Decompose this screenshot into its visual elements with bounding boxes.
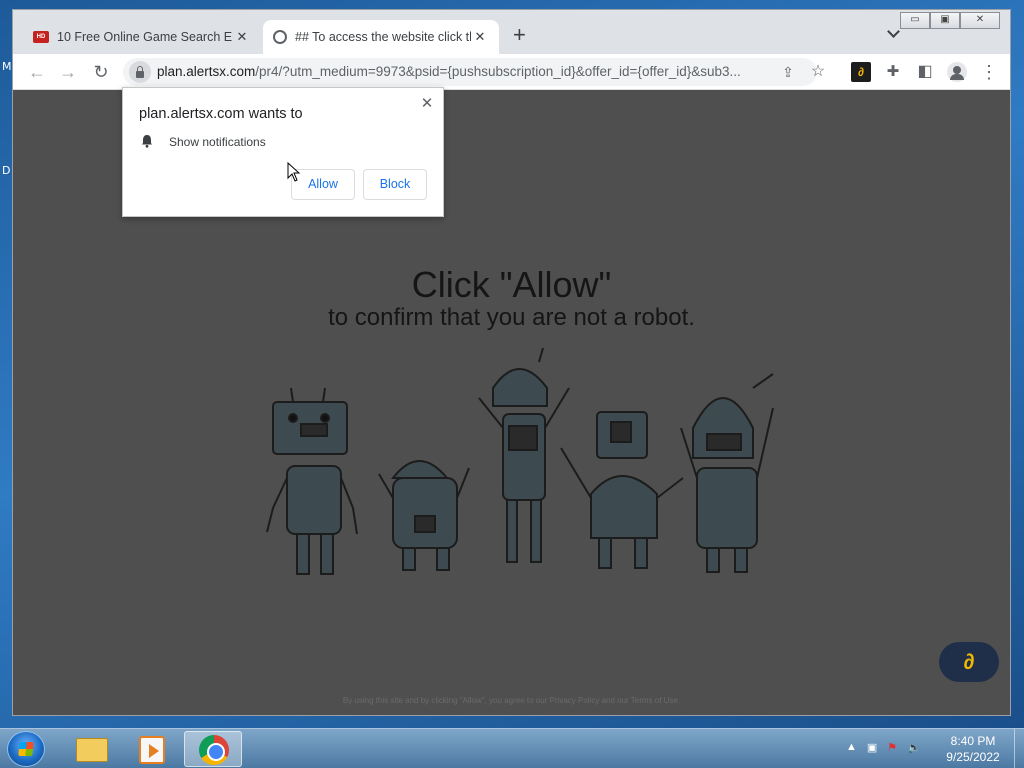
side-panel-icon[interactable]: ◧	[915, 62, 935, 82]
maximize-button[interactable]: ▣	[930, 12, 960, 29]
extension-icon[interactable]: ∂	[851, 62, 871, 82]
popup-title: plan.alertsx.com wants to	[139, 106, 303, 122]
profile-avatar-icon[interactable]	[947, 62, 967, 82]
reload-icon[interactable]: ↻	[89, 60, 113, 84]
close-icon[interactable]: ✕	[419, 94, 435, 112]
page-subline: to confirm that you are not a robot.	[328, 304, 695, 331]
globe-icon	[273, 30, 287, 44]
robot-2-illustration	[378, 460, 470, 571]
robot-4-illustration	[560, 411, 684, 569]
robot-3-illustration	[478, 348, 570, 563]
network-icon[interactable]: ▣	[867, 741, 877, 754]
tab-strip: ▭ ▣ ✕ HD 10 Free Online Game Search Eng …	[13, 10, 1010, 54]
robots-illustration	[266, 348, 774, 575]
page-headline: Click "Allow"	[411, 264, 612, 305]
block-button[interactable]: Block	[363, 169, 427, 200]
permission-label: Show notifications	[169, 135, 266, 149]
close-tab-icon[interactable]: ✕	[471, 29, 489, 45]
action-center-flag-icon[interactable]: ⚑	[887, 741, 897, 754]
bookmark-star-icon[interactable]: ☆	[809, 63, 827, 81]
url-host: plan.alertsx.com	[157, 64, 256, 79]
tab-search-chevron-icon[interactable]	[887, 25, 900, 38]
volume-icon[interactable]: 🔈	[907, 741, 921, 754]
chrome-icon	[199, 735, 229, 765]
desktop-icon-label: D	[2, 164, 11, 177]
share-icon[interactable]: ⇪	[779, 63, 797, 81]
system-tray: ▲ ▣ ⚑ 🔈	[846, 741, 921, 754]
taskbar: ▲ ▣ ⚑ 🔈 8:40 PM 9/25/2022	[0, 728, 1024, 768]
robot-5-illustration	[680, 373, 774, 573]
lock-icon[interactable]	[129, 61, 151, 83]
footer-disclaimer: By using this site and by clicking "Allo…	[342, 696, 681, 705]
window-controls: ▭ ▣ ✕	[900, 12, 1000, 29]
clock[interactable]: 8:40 PM 9/25/2022	[938, 733, 1008, 765]
desktop-icon-label: M	[2, 60, 12, 73]
explorer-taskbar-button[interactable]	[62, 731, 120, 767]
minimize-button[interactable]: ▭	[900, 12, 930, 29]
clock-time: 8:40 PM	[950, 734, 996, 748]
red-site-icon: HD	[33, 31, 49, 43]
robot-1-illustration	[266, 387, 358, 575]
url-path: /pr4/?utm_medium=9973&psid={pushsubscrip…	[255, 64, 741, 79]
forward-arrow-icon[interactable]: →	[56, 60, 80, 84]
tab-game-search[interactable]: HD 10 Free Online Game Search Eng ✕	[23, 20, 261, 54]
close-tab-icon[interactable]: ✕	[233, 29, 251, 45]
browser-toolbar: ← → ↻ plan.alertsx.com/pr4/?utm_medium=9…	[13, 54, 1010, 90]
tab-alertsx[interactable]: ## To access the website click the ✕	[263, 20, 499, 54]
show-hidden-icons-icon[interactable]: ▲	[846, 741, 857, 754]
extension-badge-icon[interactable]: ∂	[939, 642, 999, 682]
clock-date: 9/25/2022	[946, 750, 1000, 764]
show-desktop-button[interactable]	[1014, 729, 1024, 768]
extensions-puzzle-icon[interactable]: ✚	[883, 62, 903, 82]
address-bar[interactable]: plan.alertsx.com/pr4/?utm_medium=9973&ps…	[123, 58, 825, 86]
back-arrow-icon[interactable]: ←	[25, 60, 49, 84]
chrome-taskbar-button[interactable]	[184, 731, 242, 767]
tab-title: 10 Free Online Game Search Eng	[57, 30, 233, 44]
close-window-button[interactable]: ✕	[960, 12, 1000, 29]
kebab-menu-icon[interactable]: ⋮	[979, 62, 999, 82]
new-tab-button[interactable]: +	[513, 24, 526, 46]
url-text[interactable]: plan.alertsx.com/pr4/?utm_medium=9973&ps…	[157, 64, 767, 79]
folder-icon	[76, 738, 108, 762]
start-button[interactable]	[7, 731, 45, 767]
bell-icon	[142, 135, 152, 148]
media-player-taskbar-button[interactable]	[122, 731, 180, 767]
mouse-cursor-icon	[287, 162, 301, 182]
tab-title: ## To access the website click the	[295, 30, 471, 44]
notification-permission-popup: plan.alertsx.com wants to ✕ Show notific…	[122, 87, 444, 217]
media-player-icon	[139, 736, 165, 764]
